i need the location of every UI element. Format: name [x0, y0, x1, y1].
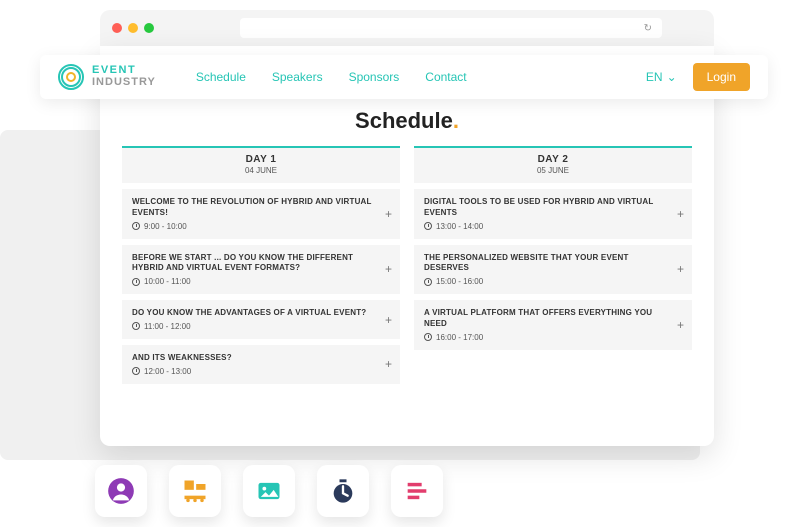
header-bar: EVENT INDUSTRY Schedule Speakers Sponsor… [40, 55, 768, 99]
session-title: DIGITAL TOOLS TO BE USED FOR HYBRID AND … [424, 197, 666, 219]
session-time: 12:00 - 13:00 [132, 367, 374, 376]
day-name: DAY 2 [414, 154, 692, 165]
session-time: 16:00 - 17:00 [424, 333, 666, 342]
blocks-icon [181, 477, 209, 505]
session-time: 9:00 - 10:00 [132, 222, 374, 231]
login-button[interactable]: Login [693, 63, 750, 91]
tool-image[interactable] [243, 465, 295, 517]
content-card: Schedule. DAY 1 04 JUNE WELCOME TO THE R… [100, 46, 714, 446]
chevron-down-icon: ⌄ [667, 70, 677, 84]
logo-text: EVENT INDUSTRY [92, 65, 156, 88]
component-toolbar [95, 465, 443, 517]
text-lines-icon [403, 477, 431, 505]
session-title: A VIRTUAL PLATFORM THAT OFFERS EVERYTHIN… [424, 308, 666, 330]
logo[interactable]: EVENT INDUSTRY [58, 64, 156, 90]
nav-speakers[interactable]: Speakers [272, 70, 323, 84]
expand-icon[interactable]: + [385, 207, 392, 221]
session-title: AND ITS WEAKNESSES? [132, 353, 374, 364]
day-name: DAY 1 [122, 154, 400, 165]
tool-timer[interactable] [317, 465, 369, 517]
day-column-2: DAY 2 05 JUNE DIGITAL TOOLS TO BE USED F… [414, 146, 692, 384]
page-title: Schedule. [100, 108, 714, 134]
nav-sponsors[interactable]: Sponsors [349, 70, 400, 84]
expand-icon[interactable]: + [385, 262, 392, 276]
expand-icon[interactable]: + [677, 318, 684, 332]
session-item[interactable]: A VIRTUAL PLATFORM THAT OFFERS EVERYTHIN… [414, 300, 692, 350]
session-title: WELCOME TO THE REVOLUTION OF HYBRID AND … [132, 197, 374, 219]
url-bar[interactable]: ↻ [240, 18, 662, 38]
nav-contact[interactable]: Contact [425, 70, 466, 84]
session-time: 11:00 - 12:00 [132, 322, 374, 331]
nav-schedule[interactable]: Schedule [196, 70, 246, 84]
main-nav: Schedule Speakers Sponsors Contact [196, 70, 467, 84]
language-label: EN [646, 70, 663, 84]
day-header[interactable]: DAY 2 05 JUNE [414, 146, 692, 183]
clock-icon [132, 278, 140, 286]
clock-icon [132, 367, 140, 375]
expand-icon[interactable]: + [385, 313, 392, 327]
schedule-columns: DAY 1 04 JUNE WELCOME TO THE REVOLUTION … [100, 146, 714, 384]
session-item[interactable]: BEFORE WE START ... DO YOU KNOW THE DIFF… [122, 245, 400, 295]
page-title-accent: . [453, 108, 459, 133]
expand-icon[interactable]: + [677, 207, 684, 221]
session-item[interactable]: WELCOME TO THE REVOLUTION OF HYBRID AND … [122, 189, 400, 239]
browser-chrome: ↻ [100, 10, 714, 46]
expand-icon[interactable]: + [677, 262, 684, 276]
day-header[interactable]: DAY 1 04 JUNE [122, 146, 400, 183]
language-selector[interactable]: EN ⌄ [646, 70, 677, 84]
window-min-dot[interactable] [128, 23, 138, 33]
clock-icon [424, 333, 432, 341]
window-close-dot[interactable] [112, 23, 122, 33]
logo-mark-icon [58, 64, 84, 90]
session-item[interactable]: THE PERSONALIZED WEBSITE THAT YOUR EVENT… [414, 245, 692, 295]
day-date: 05 JUNE [414, 166, 692, 175]
user-icon [107, 477, 135, 505]
session-item[interactable]: AND ITS WEAKNESSES? 12:00 - 13:00 + [122, 345, 400, 384]
clock-icon [132, 322, 140, 330]
session-item[interactable]: DO YOU KNOW THE ADVANTAGES OF A VIRTUAL … [122, 300, 400, 339]
tool-text[interactable] [391, 465, 443, 517]
tool-blocks[interactable] [169, 465, 221, 517]
clock-icon [424, 278, 432, 286]
page-title-text: Schedule [355, 108, 453, 133]
session-title: THE PERSONALIZED WEBSITE THAT YOUR EVENT… [424, 253, 666, 275]
day-column-1: DAY 1 04 JUNE WELCOME TO THE REVOLUTION … [122, 146, 400, 384]
clock-icon [424, 222, 432, 230]
stopwatch-icon [329, 477, 357, 505]
session-item[interactable]: DIGITAL TOOLS TO BE USED FOR HYBRID AND … [414, 189, 692, 239]
tool-user[interactable] [95, 465, 147, 517]
session-title: BEFORE WE START ... DO YOU KNOW THE DIFF… [132, 253, 374, 275]
image-icon [255, 477, 283, 505]
expand-icon[interactable]: + [385, 357, 392, 371]
session-time: 15:00 - 16:00 [424, 277, 666, 286]
logo-line-2: INDUSTRY [92, 77, 156, 89]
day-date: 04 JUNE [122, 166, 400, 175]
session-title: DO YOU KNOW THE ADVANTAGES OF A VIRTUAL … [132, 308, 374, 319]
refresh-icon[interactable]: ↻ [644, 23, 652, 34]
session-time: 13:00 - 14:00 [424, 222, 666, 231]
window-max-dot[interactable] [144, 23, 154, 33]
session-time: 10:00 - 11:00 [132, 277, 374, 286]
clock-icon [132, 222, 140, 230]
